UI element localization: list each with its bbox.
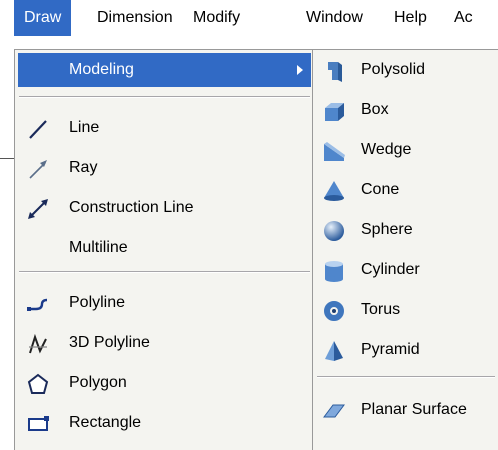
sphere-label: Sphere [361,221,413,238]
menu-item-cylinder[interactable]: Cylinder [313,250,498,290]
menu-separator [19,96,310,98]
multiline-label: Multiline [69,239,128,256]
menu-item-multiline[interactable]: Multiline [15,228,314,268]
menu-separator [317,376,495,378]
box-label: Box [361,101,389,118]
box-icon [323,100,345,122]
menu-item-construction-line[interactable]: Construction Line [15,188,314,228]
menu-bar: Draw Dimension Modify Window Help Ac [0,0,498,36]
menu-help[interactable]: Help [384,0,437,36]
menu-item-polysolid[interactable]: Polysolid [313,50,498,90]
menu-item-polygon[interactable]: Polygon [15,363,314,403]
menu-item-torus[interactable]: Torus [313,290,498,330]
menu-draw[interactable]: Draw [14,0,72,36]
polysolid-icon [323,60,345,82]
menu-item-cone[interactable]: Cone [313,170,498,210]
wedge-icon [323,140,345,162]
sphere-icon [323,220,345,242]
menu-dimension[interactable]: Dimension [87,0,183,36]
cone-label: Cone [361,181,400,198]
cylinder-icon [323,260,345,282]
menu-item-wedge[interactable]: Wedge [313,130,498,170]
torus-icon [323,300,345,322]
modeling-submenu: Polysolid Box Wedge Cone Sphere Cylinder [312,49,498,450]
menu-item-line[interactable]: Line [15,108,314,148]
construction-line-icon [27,198,49,220]
menu-separator [19,271,310,273]
rectangle-icon [27,413,49,435]
wedge-label: Wedge [361,141,412,158]
menu-item-planar-surface[interactable]: Planar Surface [313,390,498,430]
ray-icon [27,158,49,180]
draw-menu: Modeling Line Ray Construction Line Mult… [14,49,314,450]
menu-item-polyline[interactable]: Polyline [15,283,314,323]
3d-polyline-icon [27,333,49,355]
modeling-label: Modeling [69,61,134,78]
rectangle-label: Rectangle [69,414,142,431]
3d-polyline-label: 3D Polyline [69,334,150,351]
submenu-arrow-icon [297,65,303,75]
line-icon [27,118,49,140]
ray-label: Ray [69,159,98,176]
pyramid-label: Pyramid [361,341,420,358]
menu-window[interactable]: Window [296,0,373,36]
planar-surface-label: Planar Surface [361,401,467,418]
line-label: Line [69,119,100,136]
polyline-icon [27,293,49,315]
menu-modify[interactable]: Modify [183,0,250,36]
menu-item-box[interactable]: Box [313,90,498,130]
cone-icon [323,180,345,202]
menu-item-sphere[interactable]: Sphere [313,210,498,250]
cylinder-label: Cylinder [361,261,420,278]
polygon-icon [27,373,49,395]
polygon-label: Polygon [69,374,127,391]
menu-item-3d-polyline[interactable]: 3D Polyline [15,323,314,363]
planar-surface-icon [323,400,345,422]
pyramid-icon [323,340,345,362]
menu-item-ray[interactable]: Ray [15,148,314,188]
menu-item-pyramid[interactable]: Pyramid [313,330,498,370]
menu-item-rectangle[interactable]: Rectangle [15,403,314,443]
polyline-label: Polyline [69,294,126,311]
menu-ac[interactable]: Ac [444,0,483,36]
torus-label: Torus [361,301,401,318]
polysolid-label: Polysolid [361,61,426,78]
menu-item-modeling[interactable]: Modeling [18,53,311,87]
construction-line-label: Construction Line [69,199,194,216]
